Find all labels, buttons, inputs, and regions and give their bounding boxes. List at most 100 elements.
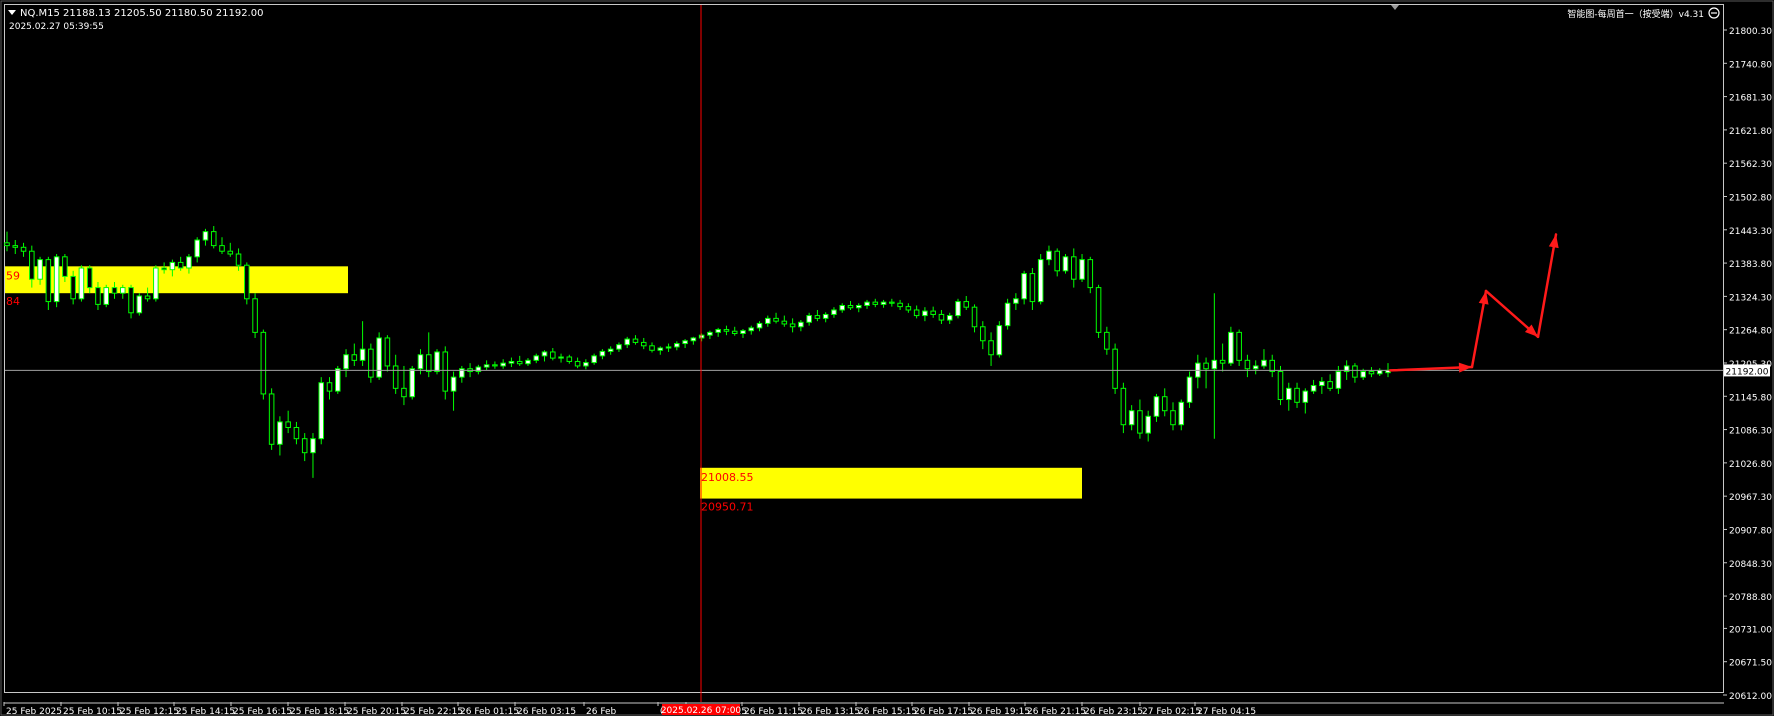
candle-body [1203, 362, 1209, 370]
x-tick-label: 25 Feb 22:15 [404, 707, 463, 716]
y-tick-label: 21502.80 [1729, 193, 1772, 203]
candle-body [1112, 348, 1118, 389]
x-tick-label: 26 Feb 01:15 [460, 707, 519, 716]
zone-bottom-label: 20950.71 [701, 501, 754, 514]
candle-body [1087, 259, 1094, 289]
candle-body [20, 246, 27, 252]
candle-body [500, 362, 506, 367]
x-tick-label: 26 Feb 03:15 [517, 707, 576, 716]
candle-body [1376, 369, 1383, 375]
candle-body [938, 313, 945, 321]
candle-body [558, 356, 564, 359]
candle-body [1269, 359, 1276, 373]
candle-body [798, 321, 804, 328]
candle-body [1079, 259, 1085, 280]
candle-body [277, 421, 283, 445]
candle-body [153, 267, 159, 300]
candle-body [913, 309, 920, 317]
y-tick-label: 20788.80 [1729, 593, 1772, 603]
candle-body [591, 355, 597, 364]
x-tick-label: 26 Feb 19:15 [971, 707, 1030, 716]
candle-body [285, 421, 291, 429]
candle-body [1219, 359, 1226, 364]
y-tick-label: 21145.80 [1729, 393, 1772, 403]
candle-body [1161, 396, 1168, 412]
candle-body [260, 331, 267, 395]
candle-body [144, 295, 151, 300]
candle-body [161, 267, 167, 271]
y-tick-label: 21383.80 [1729, 260, 1772, 270]
candle-body [318, 382, 325, 440]
candle-body [723, 329, 730, 332]
candle-body [1252, 365, 1259, 370]
candle-body [1244, 359, 1251, 370]
candle-body [922, 310, 928, 317]
candle-body [450, 376, 457, 392]
candle-body [814, 315, 821, 319]
candle-body [889, 301, 895, 304]
x-tick-label: 25 Feb 18:15 [290, 707, 349, 716]
candle-body [335, 368, 341, 392]
candle-body [1128, 410, 1135, 426]
candle-body [872, 301, 879, 305]
candle-body [310, 438, 316, 454]
candle-body [111, 287, 118, 294]
candle-body [136, 295, 143, 314]
x-tick-label: 26 Feb 11:15 [744, 707, 803, 716]
x-tick-label: 25 Feb 20:15 [347, 707, 406, 716]
candle-body [1319, 381, 1325, 387]
symbol-ohlc-line: NQ.M15 21188.13 21205.50 21180.50 21192.… [20, 8, 263, 19]
zone-bottom-label: 84 [6, 295, 20, 308]
candle-body [533, 355, 540, 361]
candle-body [583, 362, 589, 367]
candle-body [674, 343, 680, 348]
candle-body [1046, 250, 1052, 261]
candle-body [244, 264, 250, 300]
candle-body [434, 351, 440, 373]
candle-body [409, 368, 415, 398]
candle-body [45, 259, 52, 303]
candle-body [442, 351, 449, 392]
candle-body [128, 287, 134, 314]
candle-body [483, 364, 490, 368]
price-chart[interactable]: 59 84 21008.55 20950.71 21800.30 21740.80 216… [0, 0, 1774, 716]
candle-body [1153, 396, 1160, 417]
candle-body [665, 346, 672, 349]
candle-body [210, 231, 217, 247]
x-tick-label: 26 Feb [586, 707, 617, 716]
candle-body [1261, 359, 1267, 367]
candle-body [1095, 287, 1102, 333]
candle-body [1236, 331, 1242, 361]
candle-body [640, 341, 647, 347]
candle-body [1335, 371, 1342, 389]
candle-body [37, 259, 43, 280]
server-datetime: 2025.02.27 05:39:55 [9, 22, 104, 32]
candle-body [252, 298, 258, 333]
candle-body [1294, 387, 1300, 403]
y-tick-label: 21026.80 [1729, 460, 1772, 470]
candle-body [806, 315, 812, 323]
candle-body [401, 387, 407, 398]
candle-body [690, 337, 697, 342]
candle-body [897, 302, 903, 308]
candle-body [103, 287, 110, 305]
candle-body [980, 326, 986, 342]
y-tick-label: 21264.80 [1729, 327, 1772, 337]
candle-body [1228, 331, 1234, 364]
candle-body [963, 301, 970, 308]
x-tick-label: 26 Feb 21:15 [1027, 707, 1086, 716]
candle-body [1062, 256, 1069, 272]
candle-body [599, 350, 606, 357]
candle-body [607, 348, 614, 352]
candle-body [62, 256, 68, 277]
candle-body [86, 267, 93, 289]
candle-body [1104, 331, 1110, 350]
zone-top-label: 59 [6, 269, 20, 282]
y-tick-label: 21681.30 [1729, 94, 1772, 104]
x-tick-label: 25 Feb 14:15 [176, 707, 235, 716]
candle-body [880, 301, 887, 305]
candle-body [1352, 365, 1358, 378]
candle-body [351, 354, 358, 361]
candle-body [359, 348, 366, 361]
candle-body [301, 438, 308, 454]
